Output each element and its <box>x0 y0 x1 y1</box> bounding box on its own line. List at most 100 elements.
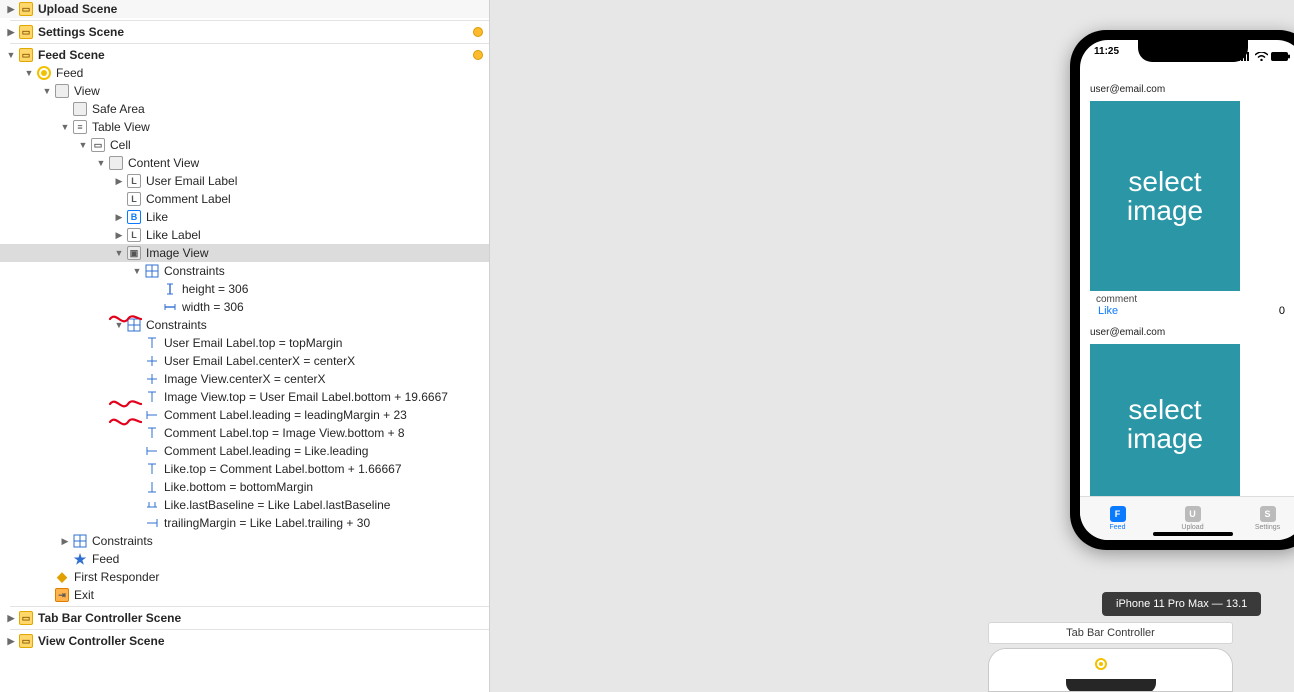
disclosure-icon[interactable]: ▶ <box>114 230 124 240</box>
item-label: Comment Label <box>146 192 231 206</box>
disclosure-icon[interactable]: ▼ <box>114 248 124 258</box>
view-icon <box>55 84 69 98</box>
device-preview: 11:25 user@email.com selectimage comment <box>1070 30 1294 550</box>
scene-tabbar[interactable]: ▶ ▭ Tab Bar Controller Scene <box>0 609 489 627</box>
like-count: 0 <box>1279 305 1285 317</box>
disclosure-icon[interactable]: ▶ <box>114 176 124 186</box>
constraint-item[interactable]: ▶Like.top = Comment Label.bottom + 1.666… <box>0 460 489 478</box>
scene-settings[interactable]: ▶ ▭ Settings Scene <box>0 23 489 41</box>
disclosure-icon[interactable]: ▼ <box>60 122 70 132</box>
item-label: Table View <box>92 120 150 134</box>
first-responder[interactable]: ▶◆First Responder <box>0 568 489 586</box>
feed-tab-item[interactable]: ▶★Feed <box>0 550 489 568</box>
scene-label: Settings Scene <box>38 25 473 39</box>
constraint-item[interactable]: ▶Image View.top = User Email Label.botto… <box>0 388 489 406</box>
constraints-group[interactable]: ▼ Constraints <box>0 262 489 280</box>
constraint-item[interactable]: ▶Like.bottom = bottomMargin <box>0 478 489 496</box>
cell[interactable]: ▼ ▭ Cell <box>0 136 489 154</box>
feed-list[interactable]: user@email.com selectimage comment Like … <box>1080 74 1294 496</box>
disclosure-icon[interactable]: ▶ <box>6 636 16 646</box>
storyboard-tabbar-controller[interactable] <box>988 648 1233 692</box>
viewcontroller-feed[interactable]: ▼ Feed <box>0 64 489 82</box>
scene-icon: ▭ <box>19 25 33 39</box>
user-email-label[interactable]: ▶ L User Email Label <box>0 172 489 190</box>
item-label: Like <box>146 210 168 224</box>
constraint-item[interactable]: ▶User Email Label.centerX = centerX <box>0 352 489 370</box>
feed-post: user@email.com selectimage comment Like … <box>1088 84 1294 317</box>
cell-icon: ▭ <box>91 138 105 152</box>
disclosure-icon[interactable]: ▶ <box>114 212 124 222</box>
constraints-icon <box>73 534 87 548</box>
disclosure-icon[interactable]: ▼ <box>6 50 16 60</box>
disclosure-icon[interactable]: ▶ <box>6 613 16 623</box>
disclosure-icon[interactable]: ▼ <box>78 140 88 150</box>
constraint-item[interactable]: ▶trailingMargin = Like Label.trailing + … <box>0 514 489 532</box>
disclosure-icon[interactable]: ▶ <box>6 4 16 14</box>
constraint-item[interactable]: ▶User Email Label.top = topMargin <box>0 334 489 352</box>
scene-viewcontroller[interactable]: ▶ ▭ View Controller Scene <box>0 632 489 650</box>
item-label: trailingMargin = Like Label.trailing + 3… <box>164 516 370 530</box>
constraint-icon <box>145 354 159 368</box>
constraint-item[interactable]: ▶Comment Label.leading = leadingMargin +… <box>0 406 489 424</box>
disclosure-icon[interactable]: ▼ <box>42 86 52 96</box>
view-icon <box>109 156 123 170</box>
battery-icon <box>1271 52 1291 61</box>
item-label: Like.bottom = bottomMargin <box>164 480 313 494</box>
scene-label: View Controller Scene <box>38 634 165 648</box>
item-label: Constraints <box>164 264 225 278</box>
viewcontroller-icon <box>37 66 51 80</box>
image-view[interactable]: ▼ ▣ Image View <box>0 244 489 262</box>
constraint-icon <box>145 516 159 530</box>
home-indicator-icon <box>1153 532 1233 536</box>
exit[interactable]: ▶⇥Exit <box>0 586 489 604</box>
document-outline[interactable]: ▶ ▭ Upload Scene ▶ ▭ Settings Scene ▼ ▭ … <box>0 0 490 692</box>
item-label: First Responder <box>74 570 159 584</box>
constraint-item[interactable]: ▶Image View.centerX = centerX <box>0 370 489 388</box>
interface-builder-canvas[interactable]: 11:25 user@email.com selectimage comment <box>490 0 1294 692</box>
controller-title-tabbar[interactable]: Tab Bar Controller <box>988 622 1233 644</box>
item-label: width = 306 <box>182 300 244 314</box>
comment-label[interactable]: ▶ L Comment Label <box>0 190 489 208</box>
item-label: Like.top = Comment Label.bottom + 1.6666… <box>164 462 402 476</box>
scene-feed[interactable]: ▼ ▭ Feed Scene <box>0 46 489 64</box>
constraint-item[interactable]: ▶Comment Label.leading = Like.leading <box>0 442 489 460</box>
cube-icon: ◆ <box>55 570 69 584</box>
content-view[interactable]: ▼ Content View <box>0 154 489 172</box>
safe-area[interactable]: ▼ Safe Area <box>0 100 489 118</box>
label-icon: L <box>127 228 141 242</box>
table-view[interactable]: ▼ ≡ Table View <box>0 118 489 136</box>
item-label: Comment Label.leading = Like.leading <box>164 444 368 458</box>
constraints-group[interactable]: ▼ Constraints <box>0 316 489 334</box>
item-label: height = 306 <box>182 282 248 296</box>
disclosure-icon[interactable]: ▶ <box>60 536 70 546</box>
like-button[interactable]: ▶ B Like <box>0 208 489 226</box>
constraint-icon <box>145 444 159 458</box>
scene-label: Feed Scene <box>38 48 473 62</box>
post-comment: comment <box>1096 294 1294 305</box>
item-label: Constraints <box>146 318 207 332</box>
like-button[interactable]: Like <box>1098 305 1118 317</box>
item-label: User Email Label.top = topMargin <box>164 336 342 350</box>
scene-icon: ▭ <box>19 611 33 625</box>
constraint-item[interactable]: ▶Comment Label.top = Image View.bottom +… <box>0 424 489 442</box>
wifi-icon <box>1255 52 1268 61</box>
like-label[interactable]: ▶ L Like Label <box>0 226 489 244</box>
tableview-icon: ≡ <box>73 120 87 134</box>
disclosure-icon[interactable]: ▼ <box>96 158 106 168</box>
disclosure-icon[interactable]: ▶ <box>6 27 16 37</box>
tab-feed[interactable]: FFeed <box>1080 497 1155 540</box>
disclosure-icon[interactable]: ▼ <box>132 266 142 276</box>
constraints-group[interactable]: ▶Constraints <box>0 532 489 550</box>
item-label: Image View.top = User Email Label.bottom… <box>164 390 448 404</box>
constraints-icon <box>145 264 159 278</box>
view[interactable]: ▼ View <box>0 82 489 100</box>
constraint-height[interactable]: ▶ height = 306 <box>0 280 489 298</box>
label-icon: L <box>127 192 141 206</box>
item-label: Image View <box>146 246 208 260</box>
constraint-width[interactable]: ▶ width = 306 <box>0 298 489 316</box>
tab-settings[interactable]: SSettings <box>1230 497 1294 540</box>
scene-upload[interactable]: ▶ ▭ Upload Scene <box>0 0 489 18</box>
notch-icon <box>1138 40 1248 62</box>
constraint-item[interactable]: ▶Like.lastBaseline = Like Label.lastBase… <box>0 496 489 514</box>
disclosure-icon[interactable]: ▼ <box>24 68 34 78</box>
